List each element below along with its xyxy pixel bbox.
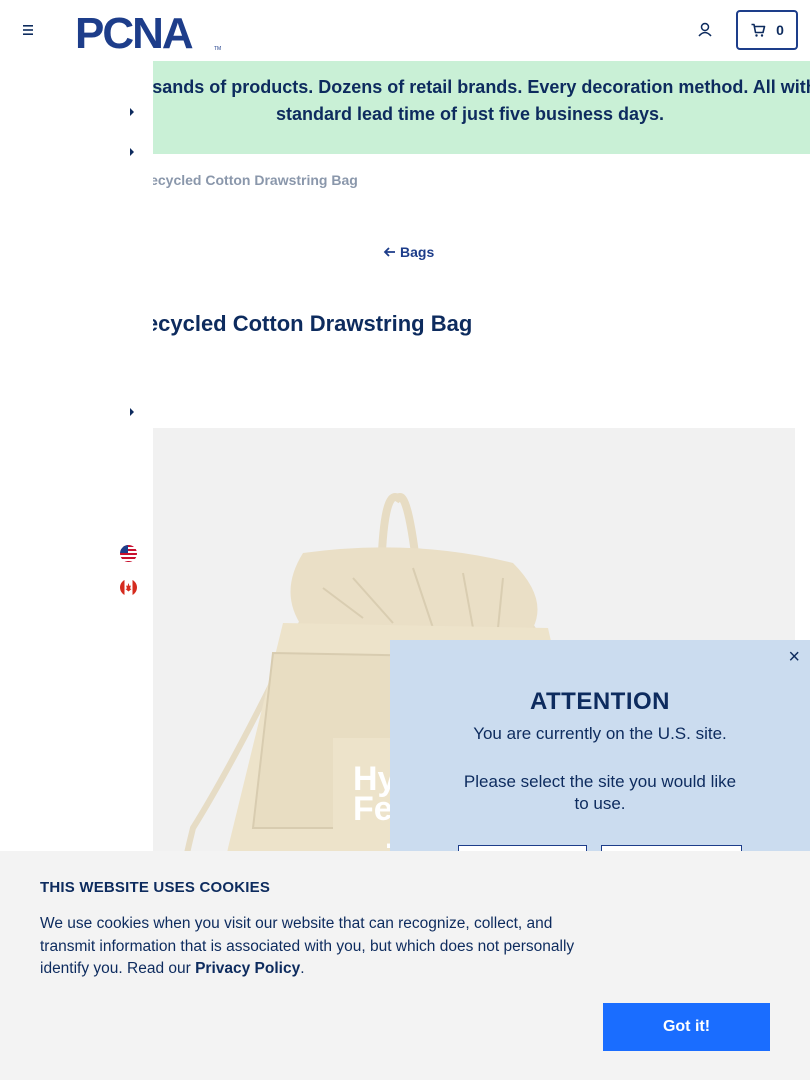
user-account-icon[interactable] [694, 19, 716, 41]
cookie-text-end: . [300, 960, 305, 977]
cookie-text: We use cookies when you visit our websit… [40, 915, 575, 977]
modal-message: You are currently on the U.S. site. [473, 724, 727, 743]
cart-count: 0 [776, 22, 784, 38]
pcna-logo[interactable]: PCNA TM [75, 9, 225, 58]
cart-button[interactable]: 0 [736, 10, 798, 50]
chevron-right-icon[interactable] [127, 106, 137, 118]
back-to-category-link[interactable]: Bags [383, 244, 434, 260]
page: PCNA TM 0 Thousands of products. Dozens … [0, 0, 810, 1080]
cookie-body: We use cookies when you visit our websit… [40, 913, 600, 981]
us-flag-icon[interactable] [120, 545, 137, 562]
cookie-banner: THIS WEBSITE USES COOKIES We use cookies… [0, 851, 810, 1080]
arrow-left-icon [383, 247, 395, 257]
hamburger-menu-icon[interactable] [18, 20, 38, 40]
logo-text: PCNA [75, 10, 193, 52]
accept-cookies-button[interactable]: Got it! [603, 1003, 770, 1051]
back-link-label: Bags [400, 244, 435, 260]
banner-text: Thousands of products. Dozens of retail … [108, 77, 810, 124]
shopping-cart-icon [751, 23, 766, 37]
chevron-right-icon[interactable] [127, 146, 137, 158]
privacy-policy-link[interactable]: Privacy Policy [195, 960, 300, 977]
chevron-right-icon[interactable] [127, 406, 137, 418]
cookie-title: THIS WEBSITE USES COOKIES [40, 879, 271, 896]
site-header: PCNA TM 0 [0, 0, 810, 60]
modal-prompt: Please select the site you would like to… [463, 772, 737, 813]
canada-flag-icon[interactable] [120, 579, 137, 596]
product-title: Recycled Cotton Drawstring Bag [130, 311, 473, 336]
modal-title: ATTENTION [529, 688, 671, 715]
close-icon[interactable]: × [788, 646, 800, 669]
breadcrumb-current[interactable]: Recycled Cotton Drawstring Bag [140, 172, 358, 188]
logo-tm: TM [214, 46, 221, 52]
